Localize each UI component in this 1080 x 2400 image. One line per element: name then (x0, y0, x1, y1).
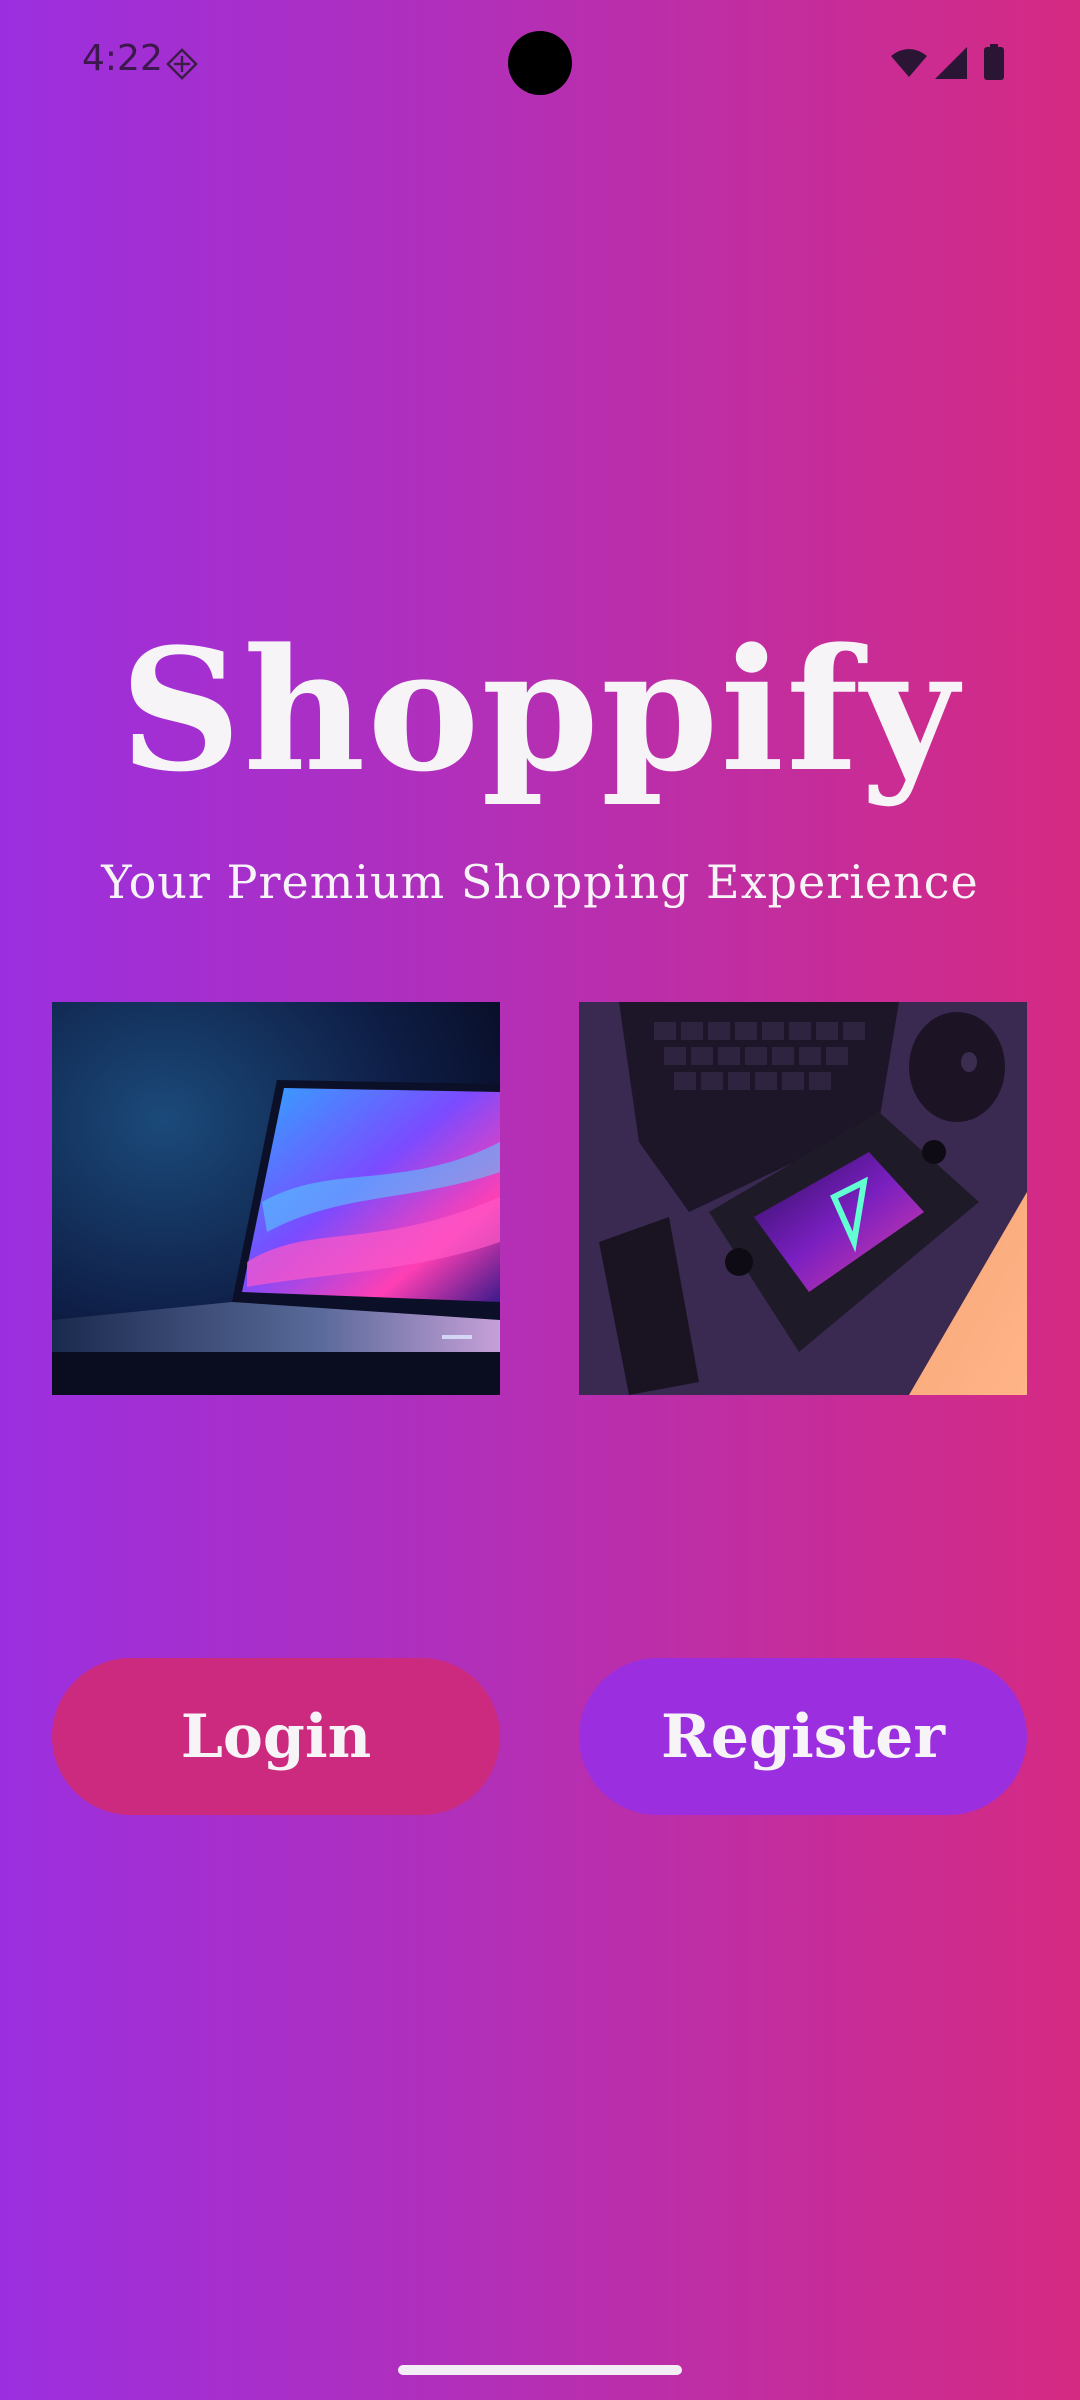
app-subtitle: Your Premium Shopping Experience (101, 855, 979, 909)
laptop-image (52, 1002, 500, 1395)
gaming-setup-image (579, 1002, 1027, 1395)
login-button-label: Login (180, 1701, 372, 1772)
notification-icon (166, 48, 198, 80)
camera-cutout (508, 31, 572, 95)
register-button-label: Register (660, 1701, 946, 1772)
status-bar: 4:22 (0, 0, 1080, 130)
wifi-icon (891, 49, 927, 77)
gesture-navigation-bar[interactable] (398, 2365, 682, 2375)
register-button[interactable]: Register (579, 1658, 1027, 1815)
status-time: 4:22 (82, 38, 163, 79)
app-title: Shoppify (119, 611, 961, 809)
battery-icon (984, 44, 1004, 80)
signal-icon (935, 47, 967, 79)
welcome-screen: 4:22 Shoppify Your Premium Shopping Expe… (0, 0, 1080, 2400)
login-button[interactable]: Login (52, 1658, 500, 1815)
